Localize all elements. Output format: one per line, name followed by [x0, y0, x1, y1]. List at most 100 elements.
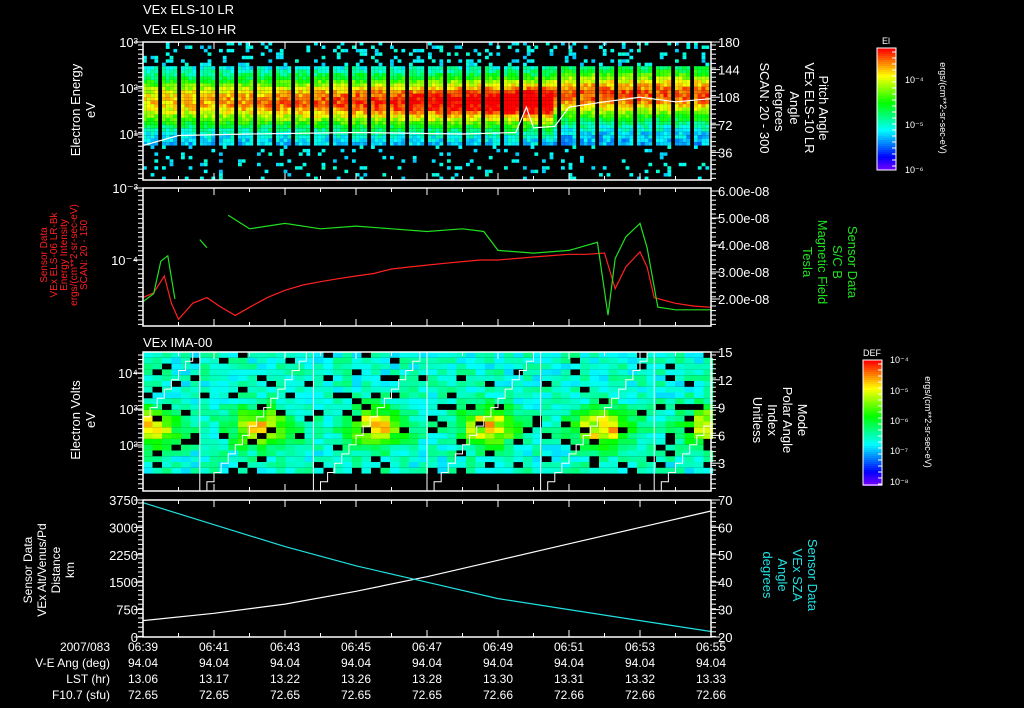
spectrogram-cell — [599, 93, 603, 98]
spectrogram-cell — [181, 155, 185, 160]
spectrogram-cell — [684, 375, 694, 381]
spectrogram-cell — [599, 62, 603, 67]
spectrogram-cell — [686, 76, 691, 80]
spectrogram-cell — [188, 142, 193, 146]
spectrogram-cell — [162, 97, 166, 101]
spectrogram-cell — [545, 83, 550, 87]
spectrogram-cell — [625, 142, 630, 146]
spectrogram-cell — [648, 117, 653, 122]
spectrogram-cell — [618, 352, 628, 358]
spectrogram-cell — [257, 83, 261, 87]
spectrogram-cell — [257, 86, 261, 91]
panel4-right-tick-label: 40 — [718, 575, 732, 590]
spectrogram-cell — [266, 363, 276, 370]
spectrogram-cell — [637, 375, 647, 381]
spectrogram-cell — [637, 76, 641, 80]
spectrogram-cell — [295, 111, 299, 115]
spectrogram-cell — [285, 456, 295, 463]
spectrogram-cell — [169, 97, 174, 101]
spectrogram-cell — [591, 86, 596, 91]
spectrogram-cell — [625, 93, 630, 98]
spectrogram-cell — [561, 104, 565, 108]
spectrogram-cell — [513, 398, 523, 405]
panel4-left-tick-label: 3000 — [109, 520, 138, 535]
spectrogram-cell — [469, 80, 474, 84]
spectrogram-cell — [165, 93, 170, 98]
spectrogram-cell — [169, 55, 174, 60]
spectrogram-cell — [572, 142, 577, 146]
spectrogram-cell — [608, 433, 618, 439]
spectrogram-cell — [447, 444, 457, 451]
spectrogram-cell — [245, 55, 250, 60]
spectrogram-cell — [618, 59, 622, 63]
spectrogram-cell — [568, 117, 573, 122]
spectrogram-cell — [504, 409, 514, 416]
spectrogram-cell — [249, 100, 254, 105]
spectrogram-cell — [530, 48, 535, 53]
spectrogram-cell — [580, 450, 590, 457]
spectrogram-cell — [435, 69, 440, 74]
spectrogram-cell — [209, 398, 219, 405]
spectrogram-cell — [608, 438, 618, 445]
spectrogram-cell — [355, 69, 360, 74]
spectrogram-cell — [494, 409, 504, 416]
spectrogram-cell — [192, 142, 197, 146]
spectrogram-cell — [146, 131, 151, 136]
spectrogram-cell — [325, 114, 330, 118]
spectrogram-cell — [447, 159, 451, 163]
spectrogram-cell — [219, 48, 223, 53]
spectrogram-cell — [542, 438, 552, 445]
spectrogram-cell — [475, 444, 485, 451]
spectrogram-cell — [694, 438, 704, 445]
spectrogram-cell — [162, 409, 172, 416]
spectrogram-cell — [219, 159, 223, 163]
spectrogram-cell — [644, 169, 649, 174]
spectrogram-cell — [678, 69, 683, 74]
spectrogram-cell — [268, 142, 273, 146]
spectrogram-cell — [705, 62, 710, 67]
spectrogram-cell — [249, 86, 254, 91]
spectrogram-cell — [230, 117, 235, 122]
spectrogram-cell — [314, 381, 324, 387]
spectrogram-cell — [610, 131, 615, 136]
footer-ve-ang: 94.04 — [128, 656, 158, 670]
spectrogram-cell — [363, 76, 368, 80]
spectrogram-cell — [169, 111, 174, 115]
spectrogram-cell — [637, 398, 647, 405]
spectrogram-cell — [618, 138, 622, 143]
spectrogram-cell — [466, 415, 476, 422]
spectrogram-cell — [317, 114, 322, 118]
spectrogram-cell — [260, 148, 265, 153]
spectrogram-cell — [431, 111, 436, 115]
spectrogram-cell — [625, 69, 630, 74]
spectrogram-cell — [188, 124, 193, 129]
spectrogram-cell — [321, 104, 326, 108]
spectrogram-cell — [705, 100, 710, 105]
spectrogram-cell — [511, 86, 516, 91]
spectrogram-cell — [551, 369, 561, 376]
spectrogram-cell — [466, 80, 470, 84]
spectrogram-cell — [608, 421, 618, 428]
spectrogram-cell — [428, 138, 432, 143]
spectrogram-cell — [640, 83, 645, 87]
spectrogram-cell — [458, 128, 463, 132]
spectrogram-cell — [409, 124, 413, 129]
spectrogram-cell — [181, 450, 191, 457]
spectrogram-cell — [150, 97, 155, 101]
spectrogram-cell — [663, 142, 668, 146]
spectrogram-cell — [314, 90, 318, 94]
spectrogram-cell — [466, 162, 470, 167]
spectrogram-cell — [549, 90, 554, 94]
spectrogram-cell — [314, 69, 318, 74]
spectrogram-cell — [260, 86, 265, 91]
spectrogram-cell — [504, 421, 514, 428]
spectrogram-cell — [154, 55, 159, 60]
spectrogram-cell — [534, 111, 539, 115]
spectrogram-cell — [181, 59, 185, 63]
spectrogram-cell — [608, 467, 618, 474]
spectrogram-cell — [551, 462, 561, 468]
spectrogram-cell — [200, 386, 210, 393]
spectrogram-cell — [371, 450, 381, 457]
spectrogram-cell — [458, 97, 463, 101]
spectrogram-cell — [618, 69, 622, 74]
